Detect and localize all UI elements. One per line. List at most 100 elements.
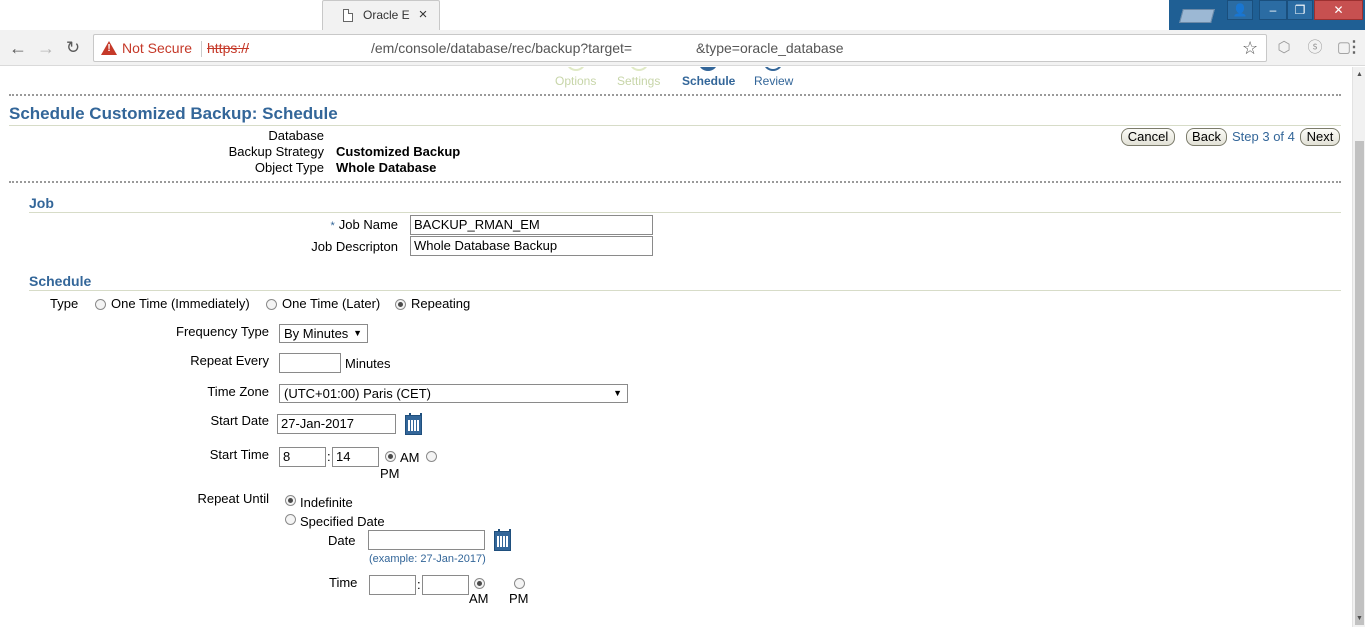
train-step-label: Settings xyxy=(617,74,661,88)
page-title: Schedule Customized Backup: Schedule xyxy=(9,104,338,123)
type-repeating-radio[interactable] xyxy=(395,299,406,310)
until-specified-label[interactable]: Specified Date xyxy=(300,514,385,529)
database-label: Database xyxy=(268,128,324,143)
train-step-schedule: Schedule xyxy=(682,67,736,91)
cancel-button[interactable]: Cancel xyxy=(1121,128,1175,146)
dropdown-caret-icon: ▼ xyxy=(353,328,362,338)
step-circle-icon xyxy=(566,67,586,71)
start-hour-input[interactable]: 8 xyxy=(279,447,326,467)
page-scrollbar[interactable]: ▲ ▼ xyxy=(1352,67,1365,627)
url-scheme: https:// xyxy=(207,40,250,56)
type-later-label[interactable]: One Time (Later) xyxy=(282,296,380,311)
step-circle-icon xyxy=(763,67,783,71)
until-specified-radio[interactable] xyxy=(285,514,296,525)
job-description-label: Job Descripton xyxy=(311,239,398,254)
page-content: Options Settings Schedule Review Schedul… xyxy=(0,67,1352,627)
dropdown-caret-icon: ▼ xyxy=(613,388,622,398)
start-time-label: Start Time xyxy=(209,447,269,462)
start-pm-label[interactable]: PM xyxy=(380,466,400,481)
date-example-hint: (example: 27-Jan-2017) xyxy=(369,553,486,565)
start-minute-input[interactable]: 14 xyxy=(332,447,379,467)
security-label[interactable]: Not Secure xyxy=(122,40,192,56)
until-indefinite-radio[interactable] xyxy=(285,495,296,506)
bookmark-star-icon[interactable]: ☆ xyxy=(1242,38,1258,59)
time-separator: : xyxy=(327,449,331,464)
start-am-label[interactable]: AM xyxy=(400,450,420,465)
browser-menu-icon[interactable]: ⋮ xyxy=(1346,38,1362,58)
type-immediately-label[interactable]: One Time (Immediately) xyxy=(111,296,250,311)
repeat-every-input[interactable] xyxy=(279,353,341,373)
until-date-input[interactable] xyxy=(368,530,485,550)
browser-tab[interactable]: Oracle E × xyxy=(322,0,440,30)
start-am-radio[interactable] xyxy=(385,451,396,462)
start-date-label: Start Date xyxy=(210,413,269,428)
divider xyxy=(9,181,1341,183)
next-button[interactable]: Next xyxy=(1300,128,1340,146)
type-repeating-label[interactable]: Repeating xyxy=(411,296,470,311)
backup-strategy-value: Customized Backup xyxy=(336,144,461,159)
close-tab-icon[interactable]: × xyxy=(415,6,431,24)
type-later-radio[interactable] xyxy=(266,299,277,310)
tab-strip-empty xyxy=(0,0,322,30)
warning-icon[interactable] xyxy=(101,41,117,56)
until-indefinite-label[interactable]: Indefinite xyxy=(300,495,353,510)
url-path: /em/console/database/rec/backup?target= xyxy=(371,40,633,56)
profile-card-icon[interactable] xyxy=(1177,6,1217,24)
until-am-label[interactable]: AM xyxy=(469,591,489,606)
train-step-options[interactable]: Options xyxy=(555,67,599,91)
maximize-icon[interactable]: ❐ xyxy=(1287,0,1313,20)
omnibox-separator xyxy=(201,41,202,57)
object-type-label: Object Type xyxy=(254,160,324,175)
title-rule xyxy=(9,125,1341,126)
calendar-icon[interactable] xyxy=(494,529,511,551)
until-date-label: Date xyxy=(328,533,356,548)
train-step-review[interactable]: Review xyxy=(754,67,798,91)
calendar-icon[interactable] xyxy=(405,413,422,435)
start-date-input[interactable]: 27-Jan-2017 xyxy=(277,414,396,434)
until-hour-input[interactable] xyxy=(369,575,416,595)
job-description-input[interactable]: Whole Database Backup xyxy=(410,236,653,256)
schedule-section-header: Schedule xyxy=(29,273,92,289)
until-pm-label[interactable]: PM xyxy=(509,591,529,606)
skype-extension-icon[interactable]: ⓢ xyxy=(1305,38,1325,58)
job-name-input[interactable]: BACKUP_RMAN_EM xyxy=(410,215,653,235)
train-step-label: Schedule xyxy=(682,74,736,88)
type-immediately-radio[interactable] xyxy=(95,299,106,310)
back-button[interactable]: Back xyxy=(1186,128,1227,146)
schedule-type-label: Type xyxy=(50,296,79,311)
section-rule xyxy=(29,290,1341,291)
forward-arrow-icon[interactable]: → xyxy=(35,37,57,59)
step-circle-icon xyxy=(629,67,649,71)
time-zone-value: (UTC+01:00) Paris (CET) xyxy=(284,386,431,401)
required-marker: * xyxy=(330,220,335,232)
step-indicator: Step 3 of 4 xyxy=(1232,129,1295,144)
job-name-label-text: Job Name xyxy=(338,217,398,232)
time-separator: : xyxy=(417,577,421,592)
until-minute-input[interactable] xyxy=(422,575,469,595)
start-pm-radio[interactable] xyxy=(426,451,437,462)
tab-title: Oracle E xyxy=(363,8,410,22)
new-tab-area[interactable] xyxy=(440,0,1170,30)
repeat-unit-label: Minutes xyxy=(345,356,391,371)
reload-icon[interactable]: ↻ xyxy=(62,37,84,59)
frequency-type-select[interactable]: By Minutes ▼ xyxy=(279,324,368,343)
object-type-value: Whole Database xyxy=(336,160,437,175)
until-am-radio[interactable] xyxy=(474,578,485,589)
close-window-icon[interactable]: ✕ xyxy=(1314,0,1363,20)
repeat-every-label: Repeat Every xyxy=(190,353,269,368)
train-step-label: Review xyxy=(754,74,794,88)
minimize-icon[interactable]: – xyxy=(1259,0,1287,20)
url-query: &type=oracle_database xyxy=(696,40,844,56)
train-step-settings[interactable]: Settings xyxy=(617,67,663,91)
user-icon[interactable]: 👤 xyxy=(1227,0,1253,20)
scrollbar-thumb[interactable] xyxy=(1355,141,1364,625)
address-bar[interactable]: Not Secure https:// /em/console/database… xyxy=(93,34,1267,62)
until-pm-radio[interactable] xyxy=(514,578,525,589)
extension-shield-icon[interactable]: ⬡ xyxy=(1274,38,1294,58)
until-time-label: Time xyxy=(329,575,358,590)
time-zone-select[interactable]: (UTC+01:00) Paris (CET) ▼ xyxy=(279,384,628,403)
scroll-down-icon[interactable]: ▼ xyxy=(1353,613,1365,625)
time-zone-label: Time Zone xyxy=(207,384,269,399)
scroll-up-icon[interactable]: ▲ xyxy=(1353,69,1365,81)
back-arrow-icon[interactable]: ← xyxy=(7,37,29,59)
